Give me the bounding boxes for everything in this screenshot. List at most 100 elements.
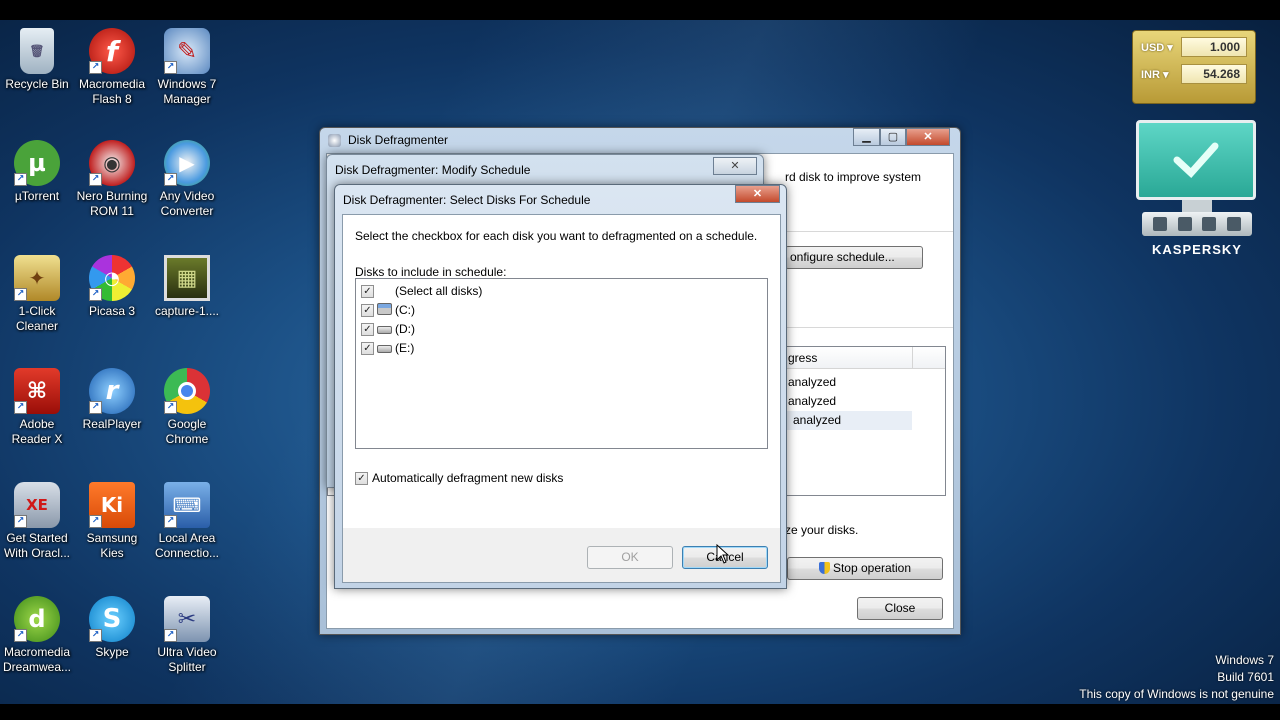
flash-icon: f ↗ [89, 28, 135, 74]
watermark-build: Build 7601 [1217, 670, 1274, 684]
desktop-icon-network[interactable]: ⌨ ↗ Local Area Connectio... [149, 482, 225, 561]
minimize-button[interactable]: ▁ [853, 128, 880, 146]
maximize-button[interactable]: ▢ [880, 128, 906, 146]
defrag-description: rd disk to improve system [785, 170, 922, 184]
close-button[interactable]: Close [857, 597, 943, 620]
desktop-icon-label: Macromedia Dreamwea... [2, 645, 72, 674]
desktop-icon-label: Skype [95, 645, 129, 659]
desktop-icon-label: Samsung Kies [86, 531, 138, 560]
uac-shield-icon [818, 562, 830, 574]
desktop-icon-chrome[interactable]: ↗ Google Chrome [149, 368, 225, 447]
currency-row: INR ▾ 54.268 [1139, 64, 1251, 84]
nero-icon: ◉ ↗ [89, 140, 135, 186]
stop-operation-button[interactable]: Stop operation [787, 557, 943, 580]
kaspersky-gadget[interactable]: KASPERSKY [1136, 120, 1258, 285]
currency-value: 54.268 [1181, 64, 1247, 84]
desktop-icon-label: Windows 7 Manager [157, 77, 217, 106]
desktop-icon-realplayer[interactable]: r ↗ RealPlayer [74, 368, 150, 432]
desktop-icon-flash[interactable]: f ↗ Macromedia Flash 8 [74, 28, 150, 107]
disk-checkbox-item-d[interactable]: ✓ (D:) [361, 321, 415, 338]
report-icon[interactable] [1202, 217, 1217, 231]
optimize-text: ze your disks. [785, 523, 859, 537]
disk-label: (Select all disks) [395, 284, 483, 298]
desktop-icon-dreamweaver[interactable]: d ↗ Macromedia Dreamwea... [0, 596, 75, 675]
dialog-title: Disk Defragmenter: Modify Schedule [335, 163, 531, 177]
defrag-app-icon [328, 134, 341, 147]
desktop-icon-label: Adobe Reader X [11, 417, 63, 446]
close-dialog-button[interactable]: ✕ [713, 157, 757, 175]
desktop-icon-skype[interactable]: S ↗ Skype [74, 596, 150, 660]
disk-checkbox-item-e[interactable]: ✓ (E:) [361, 340, 414, 357]
disk-row-selected[interactable]: analyzed [786, 411, 912, 430]
disks-list-label: Disks to include in schedule: [355, 265, 507, 279]
desktop-icon-nero[interactable]: ◉ ↗ Nero Burning ROM 11 [74, 140, 150, 219]
system-drive-icon [377, 303, 392, 315]
desktop-icon-picasa[interactable]: ◔ ↗ Picasa 3 [74, 255, 150, 319]
watermark-genuine: This copy of Windows is not genuine [1079, 687, 1274, 701]
desktop-icon-label: Nero Burning ROM 11 [76, 189, 148, 218]
close-window-button[interactable]: ✕ [906, 128, 950, 146]
disk-row[interactable]: analyzed [786, 373, 906, 392]
disks-listbox[interactable]: ✓ (Select all disks) ✓ (C:) ✓ (D:) ✓ (E:… [355, 278, 768, 449]
desktop-icon-samsung-kies[interactable]: Ki ↗ Samsung Kies [74, 482, 150, 561]
currency-select[interactable]: USD ▾ [1141, 41, 1173, 54]
kaspersky-logo: KASPERSKY [1152, 242, 1242, 257]
disk-row[interactable]: analyzed [786, 392, 906, 411]
progress-status: analyzed [793, 413, 842, 427]
select-disks-dialog: Disk Defragmenter: Select Disks For Sche… [334, 184, 787, 589]
utorrent-icon: µ ↗ [14, 140, 60, 186]
desktop-icon-utorrent[interactable]: µ ↗ µTorrent [0, 140, 75, 204]
instruction-text: Select the checkbox for each disk you wa… [355, 229, 758, 243]
windows-watermark: Windows 7 Build 7601 This copy of Window… [1079, 652, 1274, 703]
desktop-icon-win7-manager[interactable]: ✎ ↗ Windows 7 Manager [149, 28, 225, 107]
desktop-icon-video-file[interactable]: ▦ capture-1.... [149, 255, 225, 319]
disk-label: (E:) [395, 341, 415, 355]
video-splitter-icon: ✂ ↗ [164, 596, 210, 642]
disk-checkbox-item-c[interactable]: ✓ (C:) [361, 302, 415, 319]
progress-status: analyzed [788, 375, 837, 389]
desktop-icon-oracle[interactable]: XE ↗ Get Started With Oracl... [0, 482, 75, 561]
mouse-cursor [716, 544, 730, 564]
progress-status: analyzed [788, 394, 837, 408]
desktop-icon-adobe-reader[interactable]: ⌘ ↗ Adobe Reader X [0, 368, 75, 447]
skype-icon: S ↗ [89, 596, 135, 642]
auto-defragment-checkbox-row[interactable]: ✓ Automatically defragment new disks [355, 470, 563, 487]
adobe-reader-icon: ⌘ ↗ [14, 368, 60, 414]
desktop-icon-label: Get Started With Oracl... [3, 531, 70, 560]
tools-icon[interactable] [1226, 217, 1241, 231]
desktop-icon-label: µTorrent [14, 189, 60, 203]
disk-checkbox-item-select-all[interactable]: ✓ (Select all disks) [361, 283, 482, 300]
desktop-icon-label: Google Chrome [165, 417, 209, 446]
desktop-icon-any-video-converter[interactable]: ▶ ↗ Any Video Converter [149, 140, 225, 219]
checkbox[interactable]: ✓ [361, 342, 374, 355]
scan-icon[interactable] [1177, 217, 1192, 231]
auto-defragment-checkbox[interactable]: ✓ [355, 472, 368, 485]
drive-icon [377, 326, 392, 334]
recycle-bin-icon: 🗑 [20, 28, 54, 74]
checkbox[interactable]: ✓ [361, 285, 374, 298]
desktop-icon-label: Recycle Bin [5, 77, 69, 91]
drive-icon [377, 345, 392, 353]
window-title: Disk Defragmenter [348, 133, 449, 147]
desktop-icon-video-splitter[interactable]: ✂ ↗ Ultra Video Splitter [149, 596, 225, 675]
desktop-icon-label: capture-1.... [154, 304, 220, 318]
desktop-icon-label: 1-Click Cleaner [15, 304, 59, 333]
currency-select[interactable]: INR ▾ [1141, 68, 1169, 81]
close-dialog-button[interactable]: ✕ [735, 185, 780, 203]
chrome-icon: ↗ [164, 368, 210, 414]
desktop-icon-cleaner[interactable]: ✦ ↗ 1-Click Cleaner [0, 255, 75, 334]
checkbox[interactable]: ✓ [361, 323, 374, 336]
ok-button[interactable]: OK [587, 546, 673, 569]
currency-value: 1.000 [1181, 37, 1247, 57]
desktop-icon-label: Local Area Connectio... [154, 531, 220, 560]
checkbox[interactable]: ✓ [361, 304, 374, 317]
update-icon[interactable] [1153, 217, 1168, 231]
currency-gadget[interactable]: USD ▾ 1.000 INR ▾ 54.268 [1132, 30, 1256, 104]
samsung-kies-icon: Ki ↗ [89, 482, 135, 528]
select-disks-client: Select the checkbox for each disk you wa… [342, 214, 781, 583]
desktop-icon-recycle-bin[interactable]: 🗑 Recycle Bin [0, 28, 75, 92]
configure-schedule-button[interactable]: onfigure schedule... [785, 246, 923, 269]
progress-header-label: gress [788, 351, 818, 365]
desktop-icon-label: Any Video Converter [159, 189, 215, 218]
dialog-title: Disk Defragmenter: Select Disks For Sche… [343, 193, 591, 207]
